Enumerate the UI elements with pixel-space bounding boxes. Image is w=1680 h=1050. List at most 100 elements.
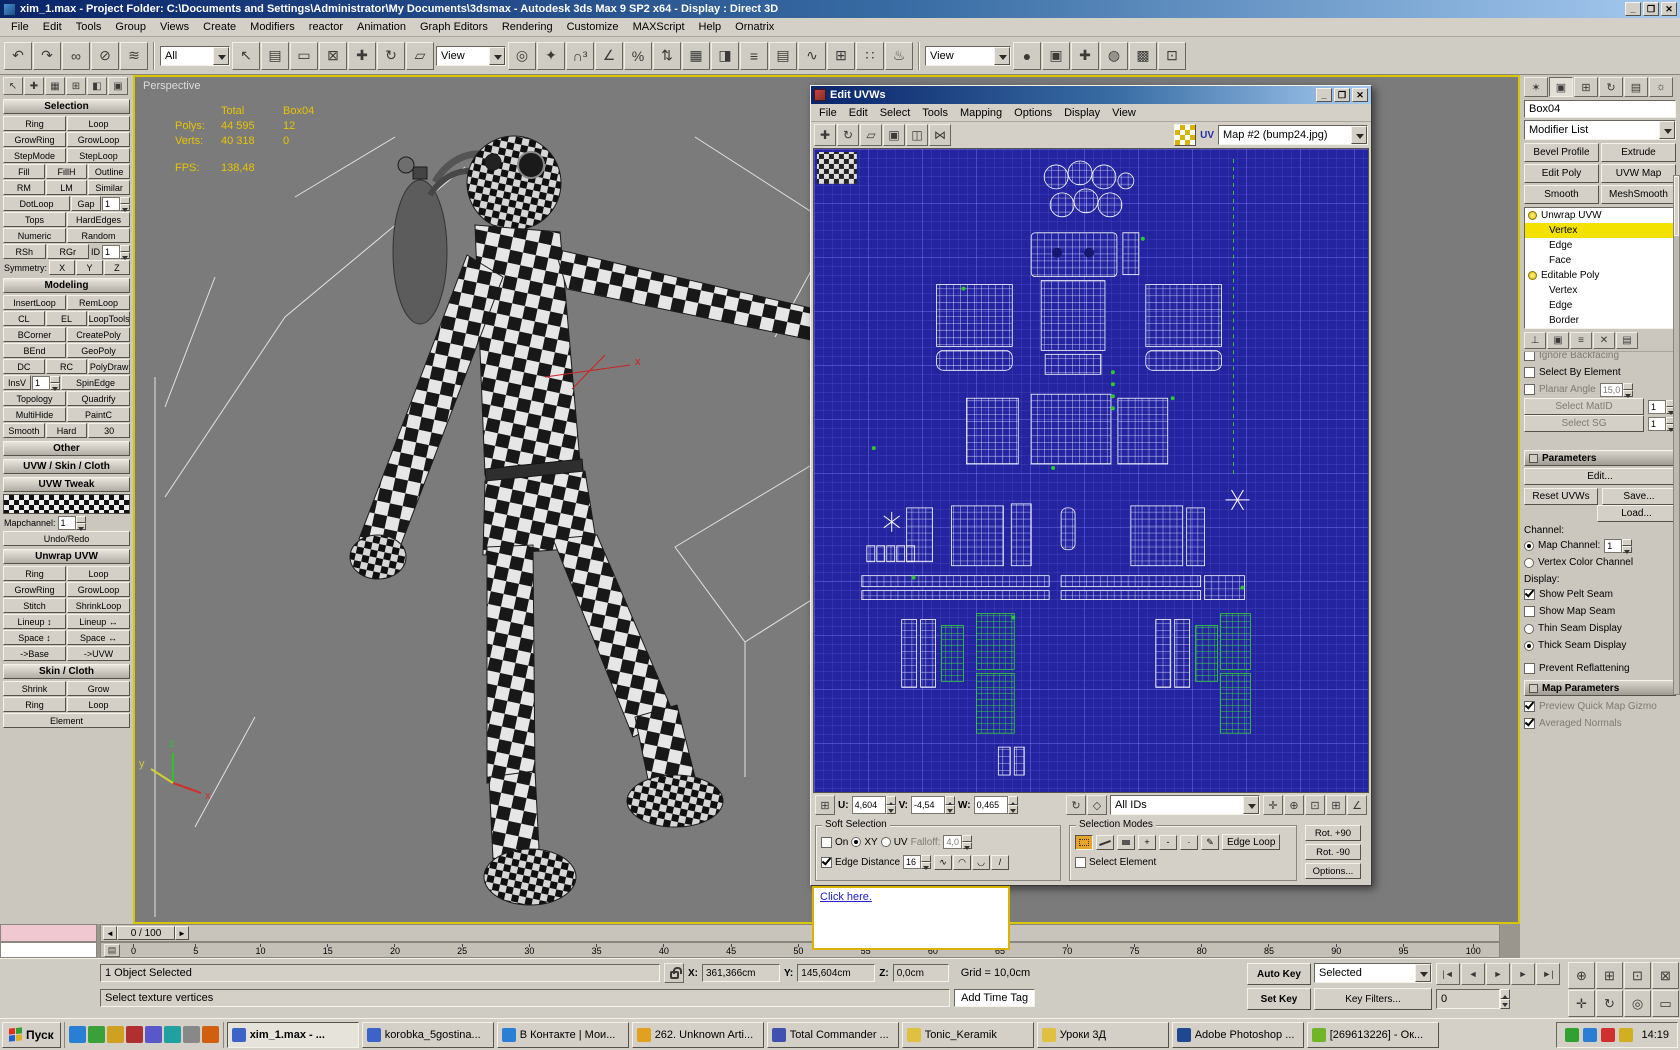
- coord-x-field[interactable]: 361,366cm: [702, 964, 780, 982]
- taskbar-task-button[interactable]: Adobe Photoshop ...: [1172, 1022, 1304, 1048]
- polyboost-button[interactable]: StepLoop: [67, 148, 130, 163]
- menu-item[interactable]: Views: [153, 19, 196, 35]
- taskbar-task-button[interactable]: korobka_5gostina...: [362, 1022, 494, 1048]
- click-here-link[interactable]: Click here.: [820, 891, 872, 903]
- menu-item[interactable]: View: [1106, 106, 1142, 120]
- tab-motion-icon[interactable]: ↻: [1599, 77, 1623, 97]
- taskbar-task-button[interactable]: Tonic_Keramik: [902, 1022, 1034, 1048]
- rsh-button[interactable]: RSh: [3, 244, 46, 259]
- polyboost-button[interactable]: ->UVW: [67, 646, 130, 661]
- menu-item[interactable]: Tools: [69, 19, 109, 35]
- polyboost-button[interactable]: EL: [46, 311, 88, 326]
- stack-item-vertex2[interactable]: Vertex: [1525, 283, 1675, 298]
- coord-y-field[interactable]: 145,604cm: [797, 964, 875, 982]
- falloff-bell-icon[interactable]: ◠: [953, 855, 971, 870]
- quick-launch-icon[interactable]: [107, 1026, 124, 1043]
- absolute-offset-toggle-icon[interactable]: ⊞: [815, 795, 835, 815]
- move-icon[interactable]: ✚: [814, 124, 836, 146]
- reference-coordinate-dropdown[interactable]: View: [436, 46, 506, 66]
- show-map-toggle-icon[interactable]: [1174, 124, 1196, 146]
- polyboost-button[interactable]: Quadrify: [67, 391, 130, 406]
- menu-item[interactable]: Display: [1058, 106, 1106, 120]
- sg-spinner[interactable]: 1: [1648, 417, 1676, 431]
- thin-seam-row[interactable]: Thin Seam Display: [1524, 620, 1676, 637]
- crossing-selection-icon[interactable]: ⊠: [319, 42, 347, 70]
- menu-item[interactable]: Edit: [36, 19, 69, 35]
- time-slider-handle[interactable]: ◄ 0 / 100 ►: [103, 926, 189, 940]
- all-ids-dropdown[interactable]: All IDs: [1110, 795, 1260, 815]
- polyboost-button[interactable]: LoopTools: [88, 311, 130, 326]
- current-frame-field[interactable]: 0: [1436, 989, 1500, 1009]
- weld-icon[interactable]: ⋈: [929, 124, 951, 146]
- lp-grid-icon[interactable]: ▦: [45, 77, 65, 95]
- falloff-spinner[interactable]: 4,0: [943, 835, 972, 849]
- select-sg-button[interactable]: Select SG: [1524, 415, 1644, 432]
- mirror-icon[interactable]: ◫: [906, 124, 928, 146]
- menu-item[interactable]: Create: [196, 19, 243, 35]
- render-type-icon[interactable]: ▣: [1042, 42, 1070, 70]
- quick-launch-icon[interactable]: [126, 1026, 143, 1043]
- polyboost-button[interactable]: MultiHide: [3, 407, 66, 422]
- menu-item[interactable]: Select: [874, 106, 917, 120]
- polyboost-button[interactable]: Ring: [3, 566, 66, 581]
- select-object-icon[interactable]: ↖: [232, 42, 260, 70]
- face-mode-icon[interactable]: [1117, 835, 1135, 850]
- stack-item-unwrap-uvw[interactable]: Unwrap UVW: [1525, 208, 1675, 223]
- modifier-shortcut-button[interactable]: MeshSmooth: [1601, 185, 1676, 204]
- reset-uvws-button[interactable]: Reset UVWs: [1524, 488, 1598, 505]
- minimize-button[interactable]: _: [1316, 88, 1332, 102]
- key-mode-dropdown[interactable]: Selected: [1314, 963, 1432, 983]
- select-and-manipulate-icon[interactable]: ✦: [537, 42, 565, 70]
- rectangular-selection-icon[interactable]: ▭: [290, 42, 318, 70]
- next-frame-icon[interactable]: ►: [1511, 963, 1535, 985]
- polyboost-button[interactable]: RM: [3, 180, 45, 195]
- polyboost-button[interactable]: GrowLoop: [67, 132, 130, 147]
- polyboost-button[interactable]: RemLoop: [67, 295, 130, 310]
- polyboost-button[interactable]: GrowRing: [3, 582, 66, 597]
- polyboost-button[interactable]: Hard: [46, 423, 88, 438]
- auto-key-button[interactable]: Auto Key: [1247, 963, 1311, 985]
- id-spinner[interactable]: 1: [102, 245, 130, 259]
- thin-seam-radio[interactable]: [1524, 624, 1534, 634]
- freeform-gizmo-icon[interactable]: ▣: [883, 124, 905, 146]
- key-filters-button[interactable]: Key Filters...: [1314, 988, 1432, 1010]
- planar-angle-row[interactable]: Planar Angle 15,0: [1524, 381, 1676, 398]
- render-setup-icon[interactable]: ♨: [885, 42, 913, 70]
- spinner-snap-icon[interactable]: ⇅: [653, 42, 681, 70]
- quick-launch-icon[interactable]: [202, 1026, 219, 1043]
- pin-stack-icon[interactable]: ⊥: [1524, 332, 1546, 349]
- section-header-selection[interactable]: Selection: [3, 99, 130, 114]
- spinedge-button[interactable]: SpinEdge: [61, 375, 130, 390]
- extra-tool-icon[interactable]: ▩: [1129, 42, 1157, 70]
- go-to-end-icon[interactable]: ►|: [1536, 963, 1560, 985]
- select-and-link-icon[interactable]: ∞: [62, 42, 90, 70]
- dot-button[interactable]: ·: [1180, 835, 1198, 850]
- menu-item[interactable]: Options: [1008, 106, 1058, 120]
- modifier-shortcut-button[interactable]: Bevel Profile: [1524, 143, 1599, 162]
- polyboost-button[interactable]: PaintC: [67, 407, 130, 422]
- polyboost-button[interactable]: LM: [46, 180, 88, 195]
- stack-item-edge2[interactable]: Edge: [1525, 298, 1675, 313]
- prevent-reflattening-row[interactable]: Prevent Reflattening: [1524, 660, 1676, 677]
- mini-curve-editor-icon[interactable]: ▤: [104, 944, 120, 957]
- selection-lock-icon[interactable]: [664, 963, 684, 983]
- polyboost-button[interactable]: Ring: [3, 697, 66, 712]
- tray-icon[interactable]: [1601, 1028, 1615, 1042]
- scale-icon[interactable]: ▱: [860, 124, 882, 146]
- select-by-element-row[interactable]: Select By Element: [1524, 364, 1676, 381]
- tab-utilities-icon[interactable]: ☼: [1649, 77, 1673, 97]
- zoom-extents-icon[interactable]: ⊡: [1624, 962, 1651, 989]
- snap-icon[interactable]: ∠: [1347, 795, 1367, 815]
- mapchannel-spinner[interactable]: 1: [58, 516, 86, 530]
- zoom-icon[interactable]: ⊕: [1284, 795, 1304, 815]
- select-and-rotate-icon[interactable]: ↻: [377, 42, 405, 70]
- section-header-skin-cloth[interactable]: Skin / Cloth: [3, 664, 130, 679]
- menu-item[interactable]: MAXScript: [626, 19, 692, 35]
- select-and-move-icon[interactable]: ✚: [348, 42, 376, 70]
- maximize-viewport-toggle-icon[interactable]: ▭: [1652, 990, 1679, 1017]
- polyboost-button[interactable]: CreatePoly: [67, 327, 130, 342]
- polyboost-button[interactable]: PolyDraw: [88, 359, 130, 374]
- polyboost-button[interactable]: Lineup ↕: [3, 614, 66, 629]
- tray-icon[interactable]: [1583, 1028, 1597, 1042]
- modifier-shortcut-button[interactable]: UVW Map: [1601, 164, 1676, 183]
